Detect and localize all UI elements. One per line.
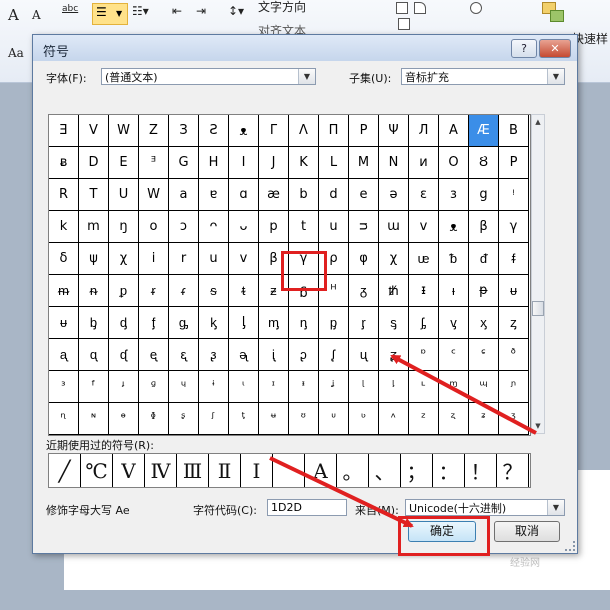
arrow-to-ok [269, 456, 414, 528]
annotation-arrows [269, 354, 537, 528]
arrow-to-symbol [390, 354, 537, 435]
word-window: A A abc ☰ ▼ ☷▾ ⇤ ⇥ ↕▾ 文字方向 对齐文本 Aa 快速样 经… [0, 0, 610, 610]
